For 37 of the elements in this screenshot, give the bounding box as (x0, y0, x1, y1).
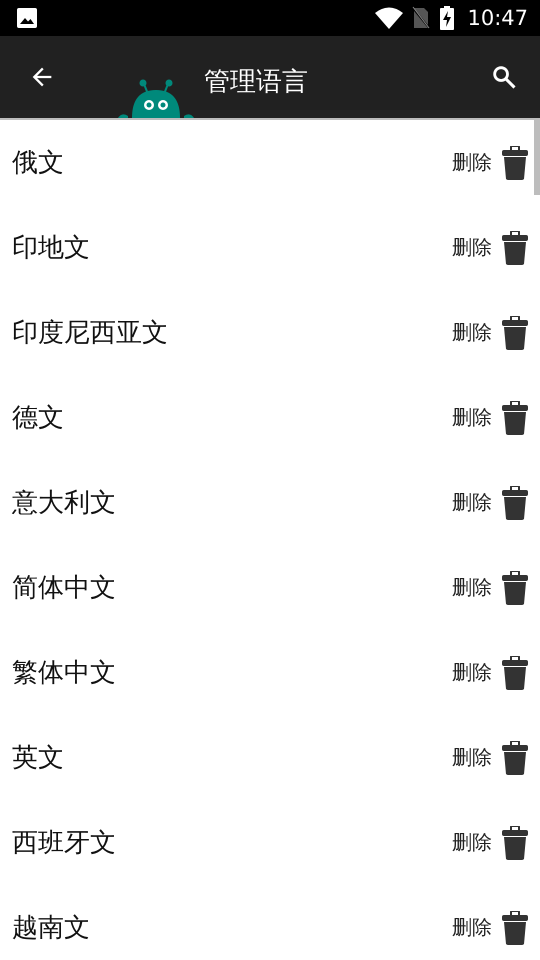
robot-mascot-icon (118, 78, 194, 118)
language-name: 俄文 (12, 147, 65, 180)
trash-icon (502, 826, 528, 860)
trash-icon (502, 570, 528, 604)
screen-title: 管理语言 (204, 66, 308, 98)
trash-icon (502, 486, 528, 520)
delete-button[interactable]: 删除 (452, 316, 528, 350)
trash-icon (502, 230, 528, 264)
trash-icon (502, 910, 528, 944)
image-icon (16, 7, 38, 29)
language-name: 德文 (12, 402, 65, 435)
delete-button[interactable]: 删除 (452, 146, 528, 180)
trash-icon (502, 316, 528, 350)
trash-icon (502, 656, 528, 690)
delete-button[interactable]: 删除 (452, 486, 528, 520)
language-name: 繁体中文 (12, 657, 117, 690)
language-name: 西班牙文 (12, 827, 117, 860)
delete-button[interactable]: 删除 (452, 570, 528, 604)
trash-icon (502, 740, 528, 774)
delete-button[interactable]: 删除 (452, 740, 528, 774)
delete-button[interactable]: 删除 (452, 400, 528, 434)
trash-icon (502, 146, 528, 180)
delete-button[interactable]: 删除 (452, 656, 528, 690)
delete-button[interactable]: 删除 (452, 910, 528, 944)
language-name: 印地文 (12, 232, 91, 265)
language-name: 英文 (12, 742, 65, 775)
language-name: 印度尼西亚文 (12, 317, 169, 350)
battery-charging-icon (439, 6, 456, 30)
delete-button[interactable]: 删除 (452, 230, 528, 264)
no-sim-icon (411, 6, 432, 30)
wifi-icon (375, 7, 404, 29)
trash-icon (502, 400, 528, 434)
language-name: 越南文 (12, 912, 91, 945)
delete-button[interactable]: 删除 (452, 826, 528, 860)
language-name: 意大利文 (12, 487, 117, 520)
status-time: 10:47 (467, 6, 528, 30)
language-name: 简体中文 (12, 572, 117, 605)
